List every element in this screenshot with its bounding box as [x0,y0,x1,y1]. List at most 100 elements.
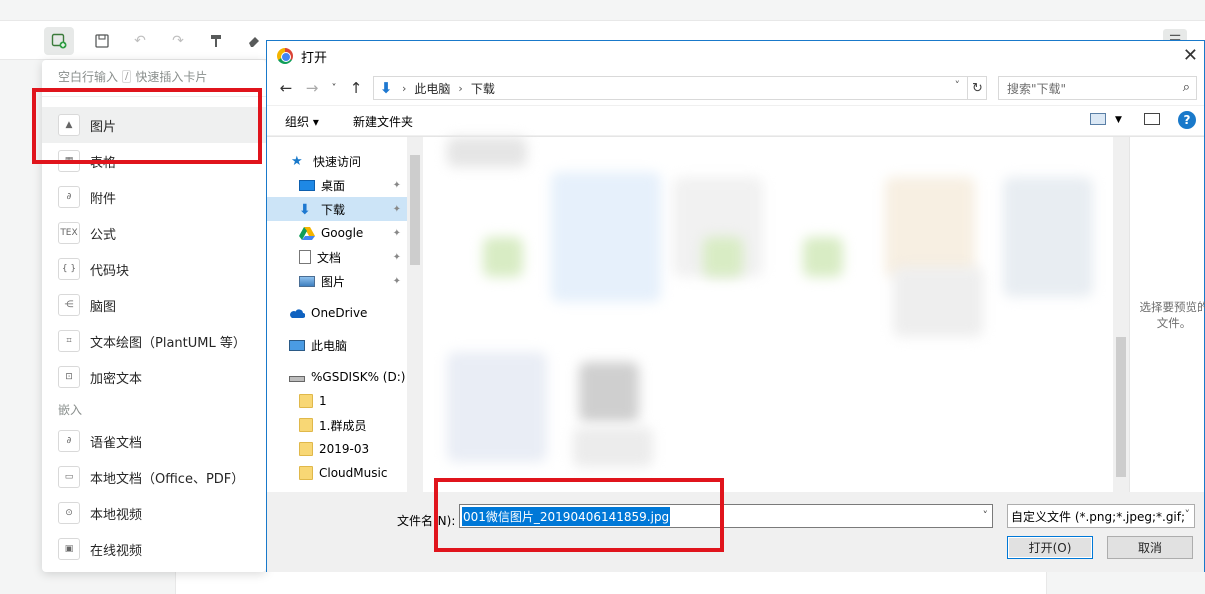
file-list-scrollbar-thumb[interactable] [1116,337,1126,477]
dialog-titlebar: 打开 ✕ [267,41,1204,71]
google-drive-icon [299,227,315,240]
filename-dropdown-icon[interactable]: ˅ [983,509,989,522]
menu-search-placeholder: 空白行输入 [58,70,119,84]
eraser-icon[interactable] [242,29,266,53]
menu-item-text-diagram[interactable]: ⌗ 文本绘图（PlantUML 等） [42,323,266,359]
folder-icon [299,442,313,456]
pin-icon[interactable]: ✦ [393,252,401,263]
menu-item-online-video[interactable]: ▣ 在线视频 [42,531,266,567]
insert-button[interactable] [44,27,74,55]
preview-pane-icon[interactable] [1144,113,1160,125]
navigation-pane: ★ 快速访问 桌面 ✦ ⬇ 下载 ✦ Google ✦ 文档 ✦ 图片 ✦ On… [267,137,423,493]
menu-item-formula[interactable]: TEX 公式 [42,215,266,251]
pin-icon[interactable]: ✦ [393,228,401,239]
address-bar[interactable]: ⬇ › 此电脑 › 下载 ˅ [373,76,987,100]
menu-item-attachment[interactable]: ∂ 附件 [42,179,266,215]
chrome-icon [277,48,293,64]
nav-item-this-pc[interactable]: 此电脑 [267,333,407,357]
nav-item-desktop[interactable]: 桌面 ✦ [267,173,407,197]
file-thumbnail[interactable] [1003,177,1093,297]
help-icon[interactable]: ? [1178,111,1196,129]
menu-item-label: 在线视频 [90,543,143,559]
document-icon [299,250,311,264]
file-thumbnail[interactable] [885,177,975,277]
close-icon[interactable]: ✕ [1183,45,1198,66]
highlight-box-image-item [32,88,262,164]
menu-item-label: 本地视频 [90,507,143,523]
pictures-icon [299,275,315,287]
nav-item-label: 2019-03 [319,442,370,456]
menu-item-code-block[interactable]: { } 代码块 [42,251,266,287]
menu-item-local-video[interactable]: ⊙ 本地视频 [42,495,266,531]
menu-item-yuque-doc[interactable]: ∂ 语雀文档 [42,423,266,459]
nav-item-label: 文档 [317,250,342,265]
lock-icon: ⊡ [58,366,80,388]
undo-icon[interactable]: ↶ [128,29,152,53]
nav-item-folder-members[interactable]: 1.群成员 [267,413,407,437]
open-file-dialog: 打开 ✕ ← → ˅ ↑ ⬇ › 此电脑 › 下载 ˅ ↻ 搜索"下载" ⌕ 组… [266,40,1205,572]
menu-item-local-doc[interactable]: ▭ 本地文档（Office、PDF） [42,459,266,495]
file-thumbnail[interactable] [703,237,743,277]
file-type-filter[interactable]: 自定义文件 (*.png;*.jpeg;*.gif; ˅ [1007,504,1195,528]
online-video-icon: ▣ [58,538,80,560]
desktop-icon [299,179,315,191]
up-arrow-icon[interactable]: ↑ [343,79,369,97]
breadcrumb-this-pc[interactable]: 此电脑 [414,80,450,97]
file-type-dropdown-icon[interactable]: ˅ [1184,508,1190,521]
pin-icon[interactable]: ✦ [393,204,401,215]
menu-item-label: 附件 [90,191,117,207]
dialog-title: 打开 [301,50,328,66]
nav-item-downloads[interactable]: ⬇ 下载 ✦ [267,197,407,221]
file-list-pane[interactable] [423,137,1113,493]
file-thumbnail[interactable] [803,237,843,277]
nav-item-label: 下载 [321,202,346,217]
back-arrow-icon[interactable]: ← [273,79,299,97]
redo-icon[interactable]: ↷ [166,29,190,53]
nav-item-quick-access[interactable]: ★ 快速访问 [267,149,407,173]
menu-item-mindmap[interactable]: ⋲ 脑图 [42,287,266,323]
menu-item-label: 加密文本 [90,371,143,387]
cancel-button[interactable]: 取消 [1107,536,1193,559]
file-thumbnail[interactable] [483,237,523,277]
nav-item-documents[interactable]: 文档 ✦ [267,245,407,269]
format-painter-icon[interactable] [204,29,228,53]
search-input[interactable]: 搜索"下载" ⌕ [998,76,1197,100]
menu-item-label: 代码块 [90,263,130,279]
nav-item-google[interactable]: Google ✦ [267,221,407,245]
breadcrumb-chevron-icon[interactable]: › [402,82,406,95]
file-thumbnail[interactable] [573,427,653,467]
view-dropdown-icon[interactable]: ▼ [1115,115,1122,125]
file-thumbnail[interactable] [447,137,527,167]
pin-icon[interactable]: ✦ [393,180,401,191]
save-icon[interactable] [90,29,114,53]
menu-item-label: 本地文档（Office、PDF） [90,471,245,487]
breadcrumb-downloads[interactable]: 下载 [471,80,495,97]
view-options-icon[interactable] [1090,113,1106,125]
search-placeholder: 搜索"下载" [1007,81,1067,96]
open-button[interactable]: 打开(O) [1007,536,1093,559]
forward-arrow-icon[interactable]: → [299,79,325,97]
file-thumbnail[interactable] [447,352,547,462]
new-folder-button[interactable]: 新建文件夹 [353,113,413,130]
nav-item-folder-1[interactable]: 1 [267,389,407,413]
nav-item-folder-2019-03[interactable]: 2019-03 [267,437,407,461]
nav-item-onedrive[interactable]: OneDrive [267,301,407,325]
pin-icon[interactable]: ✦ [393,276,401,287]
refresh-icon[interactable]: ↻ [967,76,987,100]
file-thumbnail[interactable] [551,172,661,302]
nav-item-drive-d[interactable]: %GSDISK% (D:) [267,365,407,389]
organize-button[interactable]: 组织 ▾ [285,113,319,130]
slash-key-badge: / [122,70,132,83]
folder-open-icon: ▭ [58,466,80,488]
nav-item-folder-cloudmusic[interactable]: CloudMusic [267,461,407,485]
recent-locations-chevron-icon[interactable]: ˅ [325,83,343,94]
nav-item-pictures[interactable]: 图片 ✦ [267,269,407,293]
menu-item-encrypted-text[interactable]: ⊡ 加密文本 [42,359,266,395]
address-dropdown-icon[interactable]: ˅ [955,79,961,92]
breadcrumb-chevron-icon[interactable]: › [458,82,462,95]
file-thumbnail[interactable] [579,362,639,422]
nav-item-label: OneDrive [311,306,368,320]
file-thumbnail[interactable] [893,267,983,337]
nav-scrollbar-thumb[interactable] [410,155,420,265]
insert-card-icon [51,33,67,49]
